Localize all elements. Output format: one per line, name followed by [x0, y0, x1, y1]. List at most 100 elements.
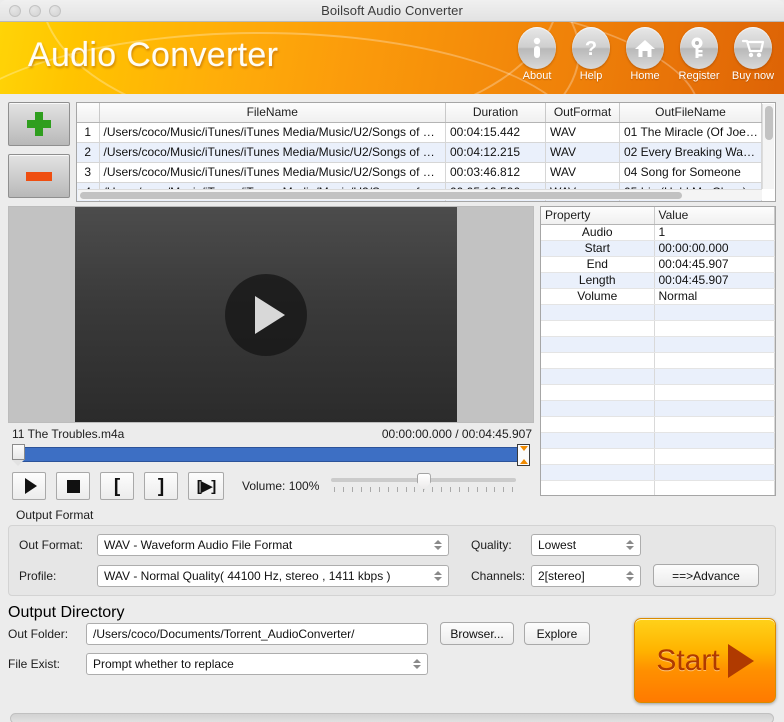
- column-header-outfilename[interactable]: OutFileName: [619, 103, 762, 123]
- profile-select[interactable]: WAV - Normal Quality( 44100 Hz, stereo ,…: [97, 564, 449, 587]
- chevron-updown-icon[interactable]: [622, 567, 638, 585]
- channels-select[interactable]: 2[stereo]: [531, 564, 641, 587]
- property-value: 00:04:45.907: [654, 272, 775, 289]
- table-row[interactable]: Start 00:00:00.000: [541, 240, 775, 257]
- table-row-empty: [541, 304, 775, 321]
- table-row-empty: [541, 368, 775, 385]
- file-list-vertical-scrollbar[interactable]: [762, 104, 774, 189]
- browser-button[interactable]: Browser...: [440, 622, 514, 645]
- explore-button[interactable]: Explore: [524, 622, 590, 645]
- about-button[interactable]: About: [514, 27, 560, 82]
- play-icon: [24, 478, 37, 494]
- row-outfilename: 02 Every Breaking Wa…: [619, 142, 762, 163]
- file-exist-value: Prompt whether to replace: [93, 657, 234, 671]
- row-index: 2: [77, 142, 100, 163]
- row-outformat: WAV: [545, 162, 620, 183]
- question-mark-icon: ?: [572, 27, 610, 69]
- column-header-duration[interactable]: Duration: [445, 103, 546, 123]
- table-row-empty: [541, 448, 775, 465]
- column-header-outformat[interactable]: OutFormat: [545, 103, 620, 123]
- app-title: Audio Converter: [28, 36, 279, 74]
- help-button[interactable]: ? Help: [568, 27, 614, 82]
- out-folder-input[interactable]: /Users/coco/Documents/Torrent_AudioConve…: [86, 622, 428, 645]
- window-title: Boilsoft Audio Converter: [321, 3, 463, 18]
- house-icon: [626, 27, 664, 69]
- table-row[interactable]: Audio 1: [541, 224, 775, 241]
- conversion-progress-bar: [10, 713, 774, 722]
- file-exist-select[interactable]: Prompt whether to replace: [86, 653, 428, 675]
- scrollbar-thumb[interactable]: [765, 106, 773, 140]
- file-list-horizontal-scrollbar[interactable]: [78, 189, 762, 200]
- timeline-slider[interactable]: [10, 444, 532, 466]
- video-canvas: [75, 207, 457, 422]
- play-selection-button[interactable]: [▶]: [188, 472, 224, 500]
- table-row[interactable]: Length 00:04:45.907: [541, 272, 775, 289]
- help-label: Help: [579, 70, 603, 82]
- media-player: 11 The Troubles.m4a 00:00:00.000 / 00:04…: [8, 206, 534, 500]
- table-row[interactable]: 2 /Users/coco/Music/iTunes/iTunes Media/…: [77, 142, 762, 163]
- column-header-property[interactable]: Property: [541, 207, 655, 225]
- chevron-updown-icon[interactable]: [430, 567, 446, 585]
- info-icon: [518, 27, 556, 69]
- column-header-filename[interactable]: FileName: [99, 103, 446, 123]
- svg-text:?: ?: [585, 38, 597, 60]
- play-selection-icon: [▶]: [196, 478, 217, 495]
- plus-icon: [27, 112, 51, 136]
- file-list-area: FileName Duration OutFormat OutFileName …: [0, 94, 784, 202]
- status-bar: [0, 703, 784, 722]
- column-header-index[interactable]: [77, 103, 100, 123]
- banner-toolbar: About ? Help Home Register Buy now: [514, 27, 776, 82]
- table-row[interactable]: Volume Normal: [541, 288, 775, 305]
- timeline-end-handle[interactable]: [517, 444, 530, 466]
- stop-button[interactable]: [56, 472, 90, 500]
- volume-slider[interactable]: [331, 473, 517, 499]
- player-meta-row: 11 The Troubles.m4a 00:00:00.000 / 00:04…: [8, 423, 534, 444]
- row-index: 1: [77, 122, 100, 143]
- list-toolbar: [8, 102, 70, 202]
- channels-label: Channels:: [471, 568, 526, 583]
- register-button[interactable]: Register: [676, 27, 722, 82]
- volume-control: Volume: 100%: [242, 473, 517, 499]
- start-button[interactable]: Start: [634, 618, 776, 703]
- volume-label: Volume: 100%: [242, 479, 320, 493]
- play-button[interactable]: [12, 472, 46, 500]
- mark-out-button[interactable]: ]: [144, 472, 178, 500]
- property-value: 00:00:00.000: [654, 240, 775, 257]
- out-format-value: WAV - Waveform Audio File Format: [104, 538, 293, 552]
- home-button[interactable]: Home: [622, 27, 668, 82]
- chevron-updown-icon[interactable]: [430, 536, 446, 554]
- scrollbar-thumb[interactable]: [80, 192, 682, 199]
- property-value: 00:04:45.907: [654, 256, 775, 273]
- table-row[interactable]: End 00:04:45.907: [541, 256, 775, 273]
- quality-select[interactable]: Lowest: [531, 534, 641, 556]
- buy-now-button[interactable]: Buy now: [730, 27, 776, 82]
- row-outfilename: 04 Song for Someone: [619, 162, 762, 183]
- bracket-left-icon: [: [113, 475, 121, 497]
- file-list-table[interactable]: FileName Duration OutFormat OutFileName …: [76, 102, 776, 202]
- remove-file-button[interactable]: [8, 154, 70, 198]
- properties-table[interactable]: Property Value Audio 1 Start 00:00:00.00…: [540, 206, 776, 496]
- chevron-updown-icon[interactable]: [409, 655, 425, 673]
- output-format-group: Output Format Out Format: WAV - Waveform…: [8, 508, 776, 596]
- advance-button[interactable]: ==>Advance: [653, 564, 759, 587]
- key-icon: [680, 27, 718, 69]
- table-row[interactable]: 3 /Users/coco/Music/iTunes/iTunes Media/…: [77, 162, 762, 183]
- out-format-select[interactable]: WAV - Waveform Audio File Format: [97, 534, 449, 556]
- column-header-value[interactable]: Value: [654, 207, 775, 225]
- table-row-empty: [541, 432, 775, 449]
- mark-in-button[interactable]: [: [100, 472, 134, 500]
- properties-header-row: Property Value: [541, 207, 775, 225]
- table-row[interactable]: 1 /Users/coco/Music/iTunes/iTunes Media/…: [77, 122, 762, 143]
- play-arrow-icon: [727, 643, 754, 678]
- chevron-updown-icon[interactable]: [622, 536, 638, 554]
- video-preview[interactable]: [8, 206, 534, 423]
- file-exist-label: File Exist:: [8, 657, 61, 671]
- timeline-start-handle[interactable]: [12, 444, 25, 466]
- add-file-button[interactable]: [8, 102, 70, 146]
- row-outfilename: 01 The Miracle (Of Joe…: [619, 122, 762, 143]
- row-duration: 00:04:15.442: [445, 122, 546, 143]
- timeline-track[interactable]: [22, 447, 520, 462]
- play-overlay-icon[interactable]: [225, 273, 307, 356]
- out-format-label: Out Format:: [19, 538, 84, 552]
- time-display: 00:00:00.000 / 00:04:45.907: [381, 427, 532, 441]
